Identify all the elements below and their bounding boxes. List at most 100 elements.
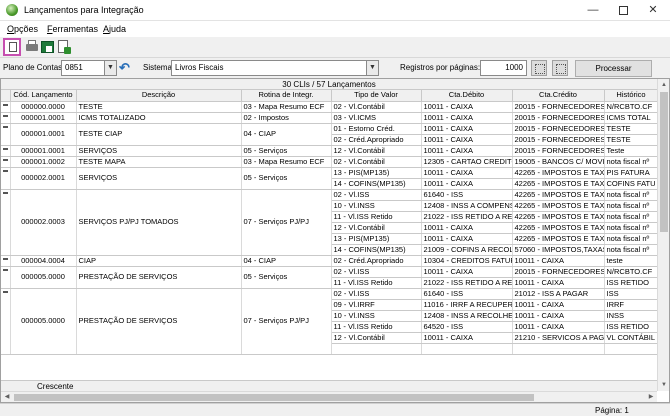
header-tipo-valor[interactable]: Tipo de Valor	[331, 90, 422, 102]
cell-tipo-valor: 01 - Estorno Créd.	[331, 123, 422, 135]
cell-descricao: SERVIÇOS PJ/PJ TOMADOS	[76, 189, 242, 256]
toolbar	[0, 37, 670, 57]
cell-codigo: 000001.0001	[10, 112, 77, 124]
cell-codigo: 000002.0001	[10, 167, 77, 190]
minimize-button[interactable]: —	[578, 0, 608, 20]
cell-cta-debito: 10011 - CAIXA	[421, 222, 513, 234]
cell-codigo: 000001.0001	[10, 123, 77, 146]
header-historico[interactable]: Histórico	[604, 90, 659, 102]
table-row[interactable]: 000001.0001 SERVIÇOS 05 - Serviços 12 - Vl.…	[1, 145, 659, 157]
plano-select[interactable]: 0851	[61, 60, 105, 76]
grid-footer: Crescente	[1, 380, 658, 391]
cell-cta-credito: 42265 - IMPOSTOS E TAXA	[512, 167, 605, 179]
maximize-button[interactable]	[608, 0, 638, 20]
cell-tipo-valor: 11 - Vl.ISS Retido	[331, 321, 422, 333]
cell-tipo-valor: 11 - Vl.ISS Retido	[331, 277, 422, 289]
lancamentos-grid[interactable]: 30 CLIs / 57 Lançamentos Cód. Lançamento…	[0, 78, 670, 403]
cell-tipo-valor: 10 - Vl.INSS	[331, 200, 422, 212]
cell-historico: VL CONTÁBIL	[604, 332, 659, 344]
header-rotina[interactable]: Rotina de Integr.	[241, 90, 332, 102]
header-codigo[interactable]: Cód. Lançamento	[10, 90, 77, 102]
cell-cta-debito: 21022 - ISS RETIDO A REC	[421, 211, 513, 223]
cell-cta-debito: 10011 - CAIXA	[421, 145, 513, 157]
scroll-up-icon[interactable]: ▲	[658, 79, 669, 91]
cell-descricao: SERVIÇOS	[76, 167, 242, 190]
table-row[interactable]: 000002.0001 SERVIÇOS 05 - Serviços 13 - PIS…	[1, 167, 659, 190]
cell-cta-credito: 42265 - IMPOSTOS E TAXA	[512, 211, 605, 223]
menu-opcoes[interactable]: Opções	[7, 24, 38, 34]
processar-button[interactable]: Processar	[575, 60, 652, 77]
cell-descricao: TESTE CIAP	[76, 123, 242, 146]
cell-cta-credito: 42265 - IMPOSTOS E TAXA	[512, 233, 605, 245]
new-document-button[interactable]	[3, 38, 21, 56]
table-row[interactable]: 000005.0000 PRESTAÇÃO DE SERVIÇOS 05 - Ser…	[1, 266, 659, 289]
cell-cta-credito: 42265 - IMPOSTOS E TAXA	[512, 178, 605, 190]
cell-historico: Teste	[604, 145, 659, 157]
row-marker-icon	[3, 147, 8, 150]
cell-rotina: 03 - Mapa Resumo ECF	[241, 101, 332, 113]
maximize-icon	[618, 5, 628, 15]
cell-descricao: CIAP	[76, 255, 242, 267]
table-row[interactable]: 000000.0000 TESTE 03 - Mapa Resumo ECF 02 -…	[1, 101, 659, 113]
table-row[interactable]: 000001.0001 TESTE CIAP 04 - CIAP 01 - Estor…	[1, 123, 659, 146]
cell-codigo: 000005.0000	[10, 288, 77, 355]
registros-input[interactable]: 1000	[480, 60, 527, 76]
table-row[interactable]: 000004.0004 CIAP 04 - CIAP 02 - Créd.Apropr…	[1, 255, 659, 267]
cell-tipo-valor: 12 - Vl.Contábil	[331, 145, 422, 157]
filter-bar: Plano de Contas 0851 ▼ ↶ Sistema Livros …	[0, 57, 670, 78]
cell-historico: nota fiscal nº	[604, 244, 659, 256]
row-marker	[1, 101, 11, 113]
row-marker-icon	[3, 103, 8, 106]
scroll-right-icon[interactable]: ▶	[645, 392, 657, 402]
cell-cta-credito: 20015 - FORNECEDORES	[512, 112, 605, 124]
cell-cta-credito: 21012 - ISS A PAGAR	[512, 288, 605, 300]
plano-dropdown-icon[interactable]: ▼	[104, 60, 117, 76]
excel-grid-icon	[46, 46, 52, 52]
table-row[interactable]: 000002.0003 SERVIÇOS PJ/PJ TOMADOS 07 - Se…	[1, 189, 659, 256]
row-marker-icon	[3, 158, 8, 161]
excel-export-button[interactable]	[40, 39, 56, 55]
page-indicator: Página: 1	[595, 406, 629, 415]
cell-cta-debito: 10011 - CAIXA	[421, 167, 513, 179]
cell-cta-debito: 12408 - INSS A COMPENSA	[421, 200, 513, 212]
horizontal-scrollbar[interactable]: ◀ ▶	[1, 391, 657, 402]
row-marker-icon	[3, 257, 8, 260]
vertical-scrollbar[interactable]: ▲ ▼	[657, 79, 669, 391]
header-cta-debito[interactable]: Cta.Débito	[421, 90, 513, 102]
cell-historico: nota fiscal nº	[604, 222, 659, 234]
menu-ferramentas[interactable]: Ferramentas	[47, 24, 98, 34]
excel-icon	[41, 41, 54, 53]
title-bar: Lançamentos para Integração — ✕	[0, 0, 670, 21]
cell-historico: teste	[604, 255, 659, 267]
grid-config-icon[interactable]	[531, 60, 547, 76]
scroll-down-icon[interactable]: ▼	[658, 379, 669, 391]
menu-ajuda[interactable]: Ajuda	[103, 24, 126, 34]
close-button[interactable]: ✕	[638, 0, 668, 20]
cell-cta-credito: 20015 - FORNECEDORES	[512, 145, 605, 157]
cell-tipo-valor: 14 - COFINS(MP135)	[331, 244, 422, 256]
cell-cta-debito: 12305 - CARTAO CREDITO	[421, 156, 513, 168]
cell-historico: TESTE	[604, 134, 659, 146]
undo-icon[interactable]: ↶	[119, 61, 133, 75]
print-button[interactable]	[24, 39, 40, 55]
cell-codigo: 000004.0004	[10, 255, 77, 267]
export-button[interactable]	[56, 39, 72, 55]
cell-cta-credito: 57060 - IMPOSTOS,TAXAS	[512, 244, 605, 256]
cell-tipo-valor: 03 - Vl.ICMS	[331, 112, 422, 124]
grid-filter-icon[interactable]	[552, 60, 568, 76]
sistema-dropdown-icon[interactable]: ▼	[366, 60, 379, 76]
header-descricao[interactable]: Descrição	[76, 90, 242, 102]
scroll-left-icon[interactable]: ◀	[1, 392, 13, 402]
cell-rotina: 05 - Serviços	[241, 266, 332, 289]
vertical-scroll-thumb[interactable]	[660, 92, 668, 232]
row-marker-icon	[3, 268, 8, 271]
cell-rotina: 05 - Serviços	[241, 167, 332, 190]
header-cta-credito[interactable]: Cta.Crédito	[512, 90, 605, 102]
horizontal-scroll-thumb[interactable]	[14, 394, 534, 401]
cell-historico: N/RCBTO.CF	[604, 101, 659, 113]
table-row[interactable]: 000001.0002 TESTE MAPA 03 - Mapa Resumo EC…	[1, 156, 659, 168]
table-row[interactable]: 000005.0000 PRESTAÇÃO DE SERVIÇOS 07 - Ser…	[1, 288, 659, 355]
sistema-select[interactable]: Livros Fiscais	[171, 60, 367, 76]
cell-historico: TESTE	[604, 123, 659, 135]
table-row[interactable]: 000001.0001 ICMS TOTALIZADO 02 - Impostos 0…	[1, 112, 659, 124]
